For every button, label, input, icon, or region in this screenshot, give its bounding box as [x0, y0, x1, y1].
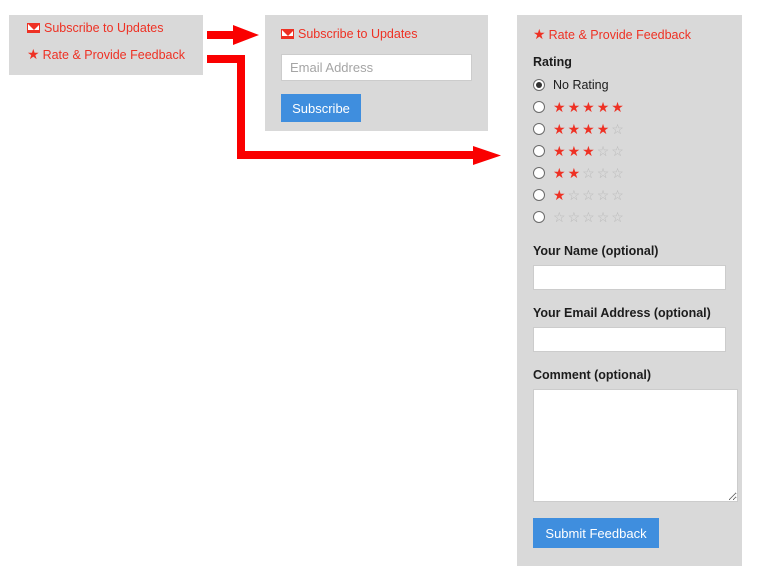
rate-provide-feedback-link-label: Rate & Provide Feedback — [42, 48, 186, 62]
rating-option-3-stars[interactable]: ★★★☆☆ — [533, 140, 726, 162]
radio-icon[interactable] — [533, 79, 545, 91]
star-rating-icons: ☆☆☆☆☆ — [553, 209, 626, 225]
rating-section-label: Rating — [533, 55, 572, 69]
star-icon: ★ — [27, 46, 40, 62]
subscribe-panel-heading: Subscribe to Updates — [281, 27, 472, 42]
star-rating-icons: ★☆☆☆☆ — [553, 187, 626, 203]
star-rating-icons: ★★☆☆☆ — [553, 165, 626, 181]
radio-icon[interactable] — [533, 123, 545, 135]
star-rating-icons: ★★★★☆ — [553, 121, 626, 137]
rating-option-0-stars[interactable]: ☆☆☆☆☆ — [533, 206, 726, 228]
subscribe-panel: Subscribe to Updates Subscribe — [265, 15, 488, 131]
email-address-input[interactable] — [281, 54, 472, 81]
rating-option-4-stars[interactable]: ★★★★☆ — [533, 118, 726, 140]
star-icon: ★ — [533, 26, 546, 42]
your-name-input[interactable] — [533, 265, 726, 290]
star-rating-icons: ★★★☆☆ — [553, 143, 626, 159]
envelope-icon — [281, 29, 294, 39]
star-rating-icons: ★★★★★ — [553, 99, 626, 115]
subscribe-panel-heading-label: Subscribe to Updates — [298, 27, 418, 41]
feedback-panel-heading-label: Rate & Provide Feedback — [548, 28, 692, 42]
arrow-to-subscribe-panel — [207, 25, 259, 45]
subscribe-button[interactable]: Subscribe — [281, 94, 361, 122]
your-email-input[interactable] — [533, 327, 726, 352]
radio-icon[interactable] — [533, 189, 545, 201]
submit-feedback-button[interactable]: Submit Feedback — [533, 518, 659, 548]
radio-icon[interactable] — [533, 167, 545, 179]
source-links-panel: Subscribe to Updates ★ Rate & Provide Fee… — [9, 15, 203, 75]
rating-option-label: No Rating — [553, 78, 609, 92]
subscribe-to-updates-link-label: Subscribe to Updates — [44, 21, 164, 35]
feedback-panel: ★ Rate & Provide Feedback Rating No Ratin… — [517, 15, 742, 566]
rating-option-5-stars[interactable]: ★★★★★ — [533, 96, 726, 118]
rate-provide-feedback-link[interactable]: ★ Rate & Provide Feedback — [27, 47, 203, 63]
your-name-label: Your Name (optional) — [533, 244, 659, 258]
radio-icon[interactable] — [533, 101, 545, 113]
subscribe-to-updates-link[interactable]: Subscribe to Updates — [27, 21, 203, 36]
radio-icon[interactable] — [533, 145, 545, 157]
feedback-panel-heading: ★ Rate & Provide Feedback — [533, 27, 726, 43]
rating-radio-group: No Rating ★★★★★ ★★★★☆ ★★★☆☆ ★★☆☆☆ ★☆☆☆☆ ☆☆☆☆☆ — [533, 74, 726, 228]
comment-textarea[interactable] — [533, 389, 738, 502]
rating-option-no-rating[interactable]: No Rating — [533, 74, 726, 96]
rating-option-2-stars[interactable]: ★★☆☆☆ — [533, 162, 726, 184]
your-email-label: Your Email Address (optional) — [533, 306, 711, 320]
comment-label: Comment (optional) — [533, 368, 652, 382]
envelope-icon — [27, 23, 40, 33]
rating-option-1-stars[interactable]: ★☆☆☆☆ — [533, 184, 726, 206]
radio-icon[interactable] — [533, 211, 545, 223]
